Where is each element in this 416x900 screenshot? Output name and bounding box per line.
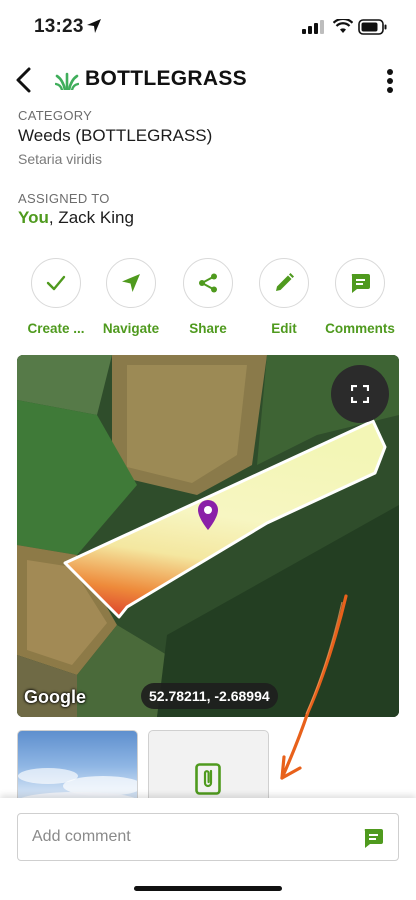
pencil-icon <box>276 273 294 291</box>
page-title: BOTTLEGRASS <box>85 67 247 90</box>
back-button[interactable] <box>10 64 40 96</box>
fullscreen-icon <box>351 385 369 403</box>
vertical-dots-icon[interactable] <box>378 66 402 96</box>
header: BOTTLEGRASS <box>0 58 416 102</box>
comment-send-icon[interactable] <box>362 827 384 849</box>
comment-icon <box>351 274 370 293</box>
fullscreen-button[interactable] <box>331 365 389 423</box>
navigation-arrow-icon <box>122 274 140 292</box>
battery-icon <box>358 19 387 35</box>
category-label: CATEGORY <box>18 108 93 123</box>
status-time: 13:23 <box>34 16 84 37</box>
assigned-value: You, Zack King <box>18 208 134 228</box>
check-icon <box>46 275 66 291</box>
signal-icon <box>302 20 324 34</box>
category-value: Weeds (BOTTLEGRASS) <box>18 126 213 145</box>
map-pin-icon[interactable] <box>197 499 219 531</box>
comment-box <box>17 813 399 861</box>
google-attribution: Google <box>24 687 86 707</box>
share-icon <box>199 273 217 293</box>
wifi-icon <box>333 19 353 33</box>
annotation-arrow <box>280 594 348 780</box>
map-coordinates: 52.78211, -2.68994 <box>141 683 278 709</box>
assigned-you: You <box>18 208 49 227</box>
comment-sheet <box>0 798 416 900</box>
action-bar: Create ... Navigate Share Edit Comments <box>0 258 416 338</box>
comments-label: Comments <box>325 321 395 336</box>
grass-icon <box>55 72 79 90</box>
category-species: Setaria viridis <box>18 151 103 167</box>
assigned-label: ASSIGNED TO <box>18 191 110 206</box>
assigned-others: , Zack King <box>48 208 134 227</box>
home-indicator <box>134 886 282 891</box>
comments-button[interactable]: Comments <box>315 258 405 336</box>
comment-input[interactable] <box>32 814 352 860</box>
location-arrow-icon <box>87 19 101 33</box>
status-bar: 13:23 <box>0 0 416 54</box>
paperclip-icon <box>195 763 221 795</box>
